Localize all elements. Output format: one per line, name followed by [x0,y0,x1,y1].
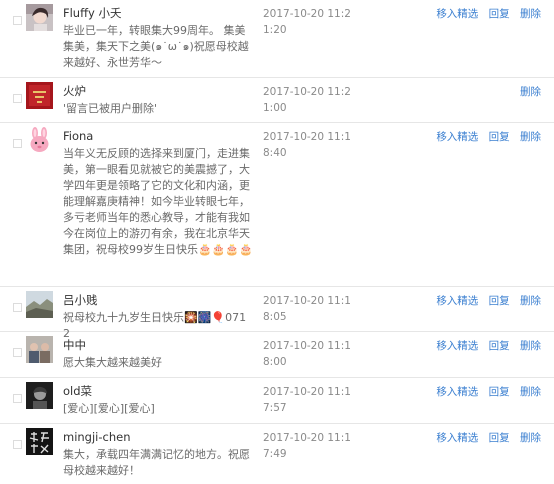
delete-button[interactable]: 删除 [520,8,541,20]
select-checkbox[interactable] [13,94,22,103]
comment-list: Fluffy 小夭 毕业已一年，转眼集大99周年。 集美集美，集天下之美(๑˙ω… [0,0,554,484]
comment-actions: 移入精选 回复 删除 [429,6,541,22]
comment-body: Fluffy 小夭 毕业已一年，转眼集大99周年。 集美集美，集天下之美(๑˙ω… [63,4,253,71]
comment-row: 火炉 '留言已被用户删除' 2017-10-20 11:21:00 删除 [0,78,554,123]
commenter-name: 火炉 [63,84,86,98]
avatar [26,291,53,318]
avatar-icon-group-photo [26,336,53,363]
feature-button[interactable]: 移入精选 [436,295,478,307]
comment-row: 中中 愿大集大越来越美好 2017-10-20 11:18:00 移入精选 回复… [0,332,554,378]
commenter-name: Fiona [63,129,94,143]
select-checkbox[interactable] [13,348,22,357]
reply-button[interactable]: 回复 [489,432,510,444]
feature-button[interactable]: 移入精选 [436,432,478,444]
avatar-icon-girl-photo [26,4,53,31]
avatar-icon-landscape [26,291,53,318]
feature-button[interactable]: 移入精选 [436,340,478,352]
delete-button[interactable]: 删除 [520,86,541,98]
reply-button[interactable]: 回复 [489,131,510,143]
comment-actions: 移入精选 回复 删除 [429,293,541,309]
comment-body: 火炉 '留言已被用户删除' [63,82,253,117]
avatar [26,82,53,109]
select-checkbox[interactable] [13,16,22,25]
comment-row: Fluffy 小夭 毕业已一年，转眼集大99周年。 集美集美，集天下之美(๑˙ω… [0,0,554,78]
avatar-icon-dark-portrait [26,382,53,409]
reply-button[interactable]: 回复 [489,386,510,398]
avatar-icon-pink-bunny [26,127,53,154]
feature-button[interactable]: 移入精选 [436,386,478,398]
avatar-icon-calligraphy [26,428,53,455]
delete-button[interactable]: 删除 [520,131,541,143]
comment-time: 2017-10-20 11:18:40 [263,131,351,159]
commenter-name: 中中 [63,338,86,352]
comment-text: 毕业已一年，转眼集大99周年。 集美集美，集天下之美(๑˙ω˙๑)祝愿母校越来越… [63,24,249,69]
avatar-icon-red-poster [26,82,53,109]
reply-button[interactable]: 回复 [489,295,510,307]
select-checkbox[interactable] [13,394,22,403]
comment-actions: 删除 [513,84,541,100]
avatar [26,336,53,363]
delete-button[interactable]: 删除 [520,295,541,307]
comment-time: 2017-10-20 11:17:49 [263,432,351,460]
feature-button[interactable]: 移入精选 [436,131,478,143]
comment-time: 2017-10-20 11:17:57 [263,386,351,414]
comment-text: 愿大集大越来越美好 [63,356,162,369]
select-checkbox[interactable] [13,139,22,148]
reply-button[interactable]: 回复 [489,8,510,20]
avatar [26,428,53,455]
comment-actions: 移入精选 回复 删除 [429,430,541,446]
avatar [26,4,53,31]
comment-time: 2017-10-20 11:21:00 [263,86,351,114]
comment-row: 吕小贱 祝母校九十九岁生日快乐🎇🎆🎈0712 2017-10-20 11:18:… [0,287,554,340]
comment-time: 2017-10-20 11:21:20 [263,8,351,36]
comment-text: '留言已被用户删除' [63,102,158,115]
comment-actions: 移入精选 回复 删除 [429,129,541,145]
commenter-name: old菜 [63,384,93,398]
comment-actions: 移入精选 回复 删除 [429,338,541,354]
commenter-name: 吕小贱 [63,293,98,307]
delete-button[interactable]: 删除 [520,386,541,398]
comment-body: 中中 愿大集大越来越美好 [63,336,253,371]
delete-button[interactable]: 删除 [520,432,541,444]
feature-button[interactable]: 移入精选 [436,8,478,20]
comment-row: Fiona 当年义无反顾的选择来到厦门，走进集美，第一眼看见就被它的美震撼了，大… [0,123,554,287]
comment-row: mingji-chen 集大，承载四年满满记忆的地方。祝愿母校越来越好！ 201… [0,424,554,484]
comment-actions: 移入精选 回复 删除 [429,384,541,400]
commenter-name: mingji-chen [63,430,131,444]
reply-button[interactable]: 回复 [489,340,510,352]
comment-text: 当年义无反顾的选择来到厦门，走进集美，第一眼看见就被它的美震撼了，大学四年更是领… [63,147,253,256]
avatar [26,382,53,409]
comment-time: 2017-10-20 11:18:05 [263,295,351,323]
delete-button[interactable]: 删除 [520,340,541,352]
select-checkbox[interactable] [13,303,22,312]
select-checkbox[interactable] [13,440,22,449]
comment-row: old菜 [爱心][爱心][爱心] 2017-10-20 11:17:57 移入… [0,378,554,424]
avatar [26,127,53,154]
comment-body: old菜 [爱心][爱心][爱心] [63,382,253,417]
comment-text: [爱心][爱心][爱心] [63,402,155,415]
comment-time: 2017-10-20 11:18:00 [263,340,351,368]
comment-body: Fiona 当年义无反顾的选择来到厦门，走进集美，第一眼看见就被它的美震撼了，大… [63,127,253,258]
comment-body: mingji-chen 集大，承载四年满满记忆的地方。祝愿母校越来越好！ [63,428,253,479]
comment-text: 集大，承载四年满满记忆的地方。祝愿母校越来越好！ [63,448,250,477]
commenter-name: Fluffy 小夭 [63,6,122,20]
